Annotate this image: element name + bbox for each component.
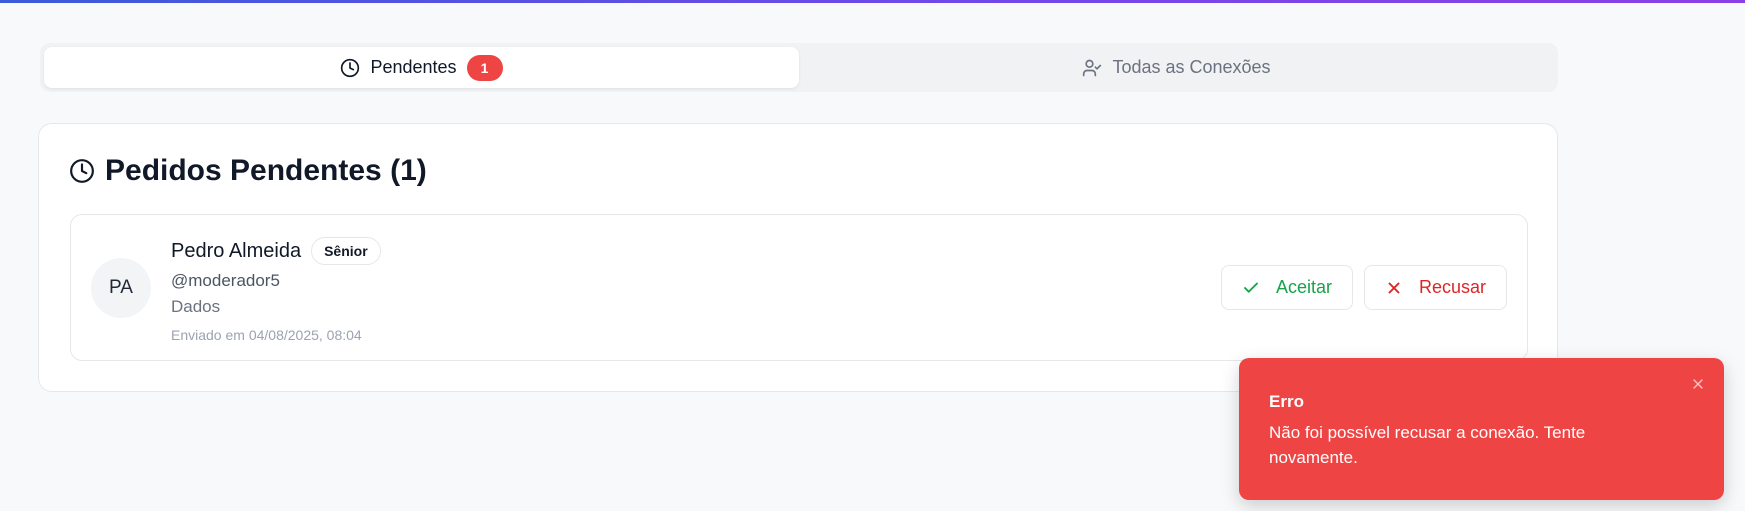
accept-button-label: Aceitar bbox=[1275, 277, 1332, 297]
tab-all-connections[interactable]: Todas as Conexões bbox=[799, 47, 1554, 88]
avatar: PA bbox=[91, 258, 151, 318]
pending-count-badge: 1 bbox=[466, 54, 503, 81]
close-icon[interactable] bbox=[1690, 376, 1706, 392]
user-check-icon bbox=[1083, 59, 1102, 76]
clock-icon bbox=[70, 159, 94, 183]
avatar-initials: PA bbox=[109, 277, 133, 298]
request-info: Pedro Almeida Sênior @moderador5 Dados E… bbox=[171, 237, 381, 343]
requester-name: Pedro Almeida bbox=[171, 239, 302, 262]
toast-title: Erro bbox=[1269, 392, 1304, 411]
card-title: Pedidos Pendentes (1) bbox=[69, 154, 427, 188]
sent-timestamp: Enviado em 04/08/2025, 08:04 bbox=[171, 327, 362, 343]
requester-area: Dados bbox=[171, 297, 221, 316]
tab-all-connections-label: Todas as Conexões bbox=[1112, 57, 1271, 77]
reject-button[interactable]: Recusar bbox=[1363, 265, 1507, 310]
pending-requests-card: Pedidos Pendentes (1) PA Pedro Almeida S… bbox=[38, 123, 1558, 392]
tabs-bar: Pendentes 1 Todas as Conexões bbox=[40, 43, 1558, 92]
connection-request-item: PA Pedro Almeida Sênior @moderador5 Dado… bbox=[70, 214, 1528, 361]
toast-message: Não foi possível recusar a conexão. Tent… bbox=[1269, 423, 1586, 467]
tab-pending-label: Pendentes bbox=[370, 57, 457, 77]
reject-button-label: Recusar bbox=[1418, 277, 1486, 297]
accept-button[interactable]: Aceitar bbox=[1220, 265, 1353, 310]
request-actions: Aceitar Recusar bbox=[1220, 265, 1507, 310]
level-badge: Sênior bbox=[311, 237, 381, 265]
check-icon bbox=[1244, 282, 1258, 293]
tab-pending[interactable]: Pendentes 1 bbox=[44, 47, 799, 88]
error-toast: Erro Não foi possível recusar a conexão.… bbox=[1239, 358, 1724, 500]
name-row: Pedro Almeida Sênior bbox=[171, 237, 381, 265]
top-gradient-bar bbox=[0, 0, 1745, 3]
requester-username: @moderador5 bbox=[171, 271, 280, 290]
close-icon bbox=[1388, 282, 1400, 293]
clock-icon bbox=[341, 58, 360, 77]
card-title-text: Pedidos Pendentes (1) bbox=[105, 154, 427, 187]
